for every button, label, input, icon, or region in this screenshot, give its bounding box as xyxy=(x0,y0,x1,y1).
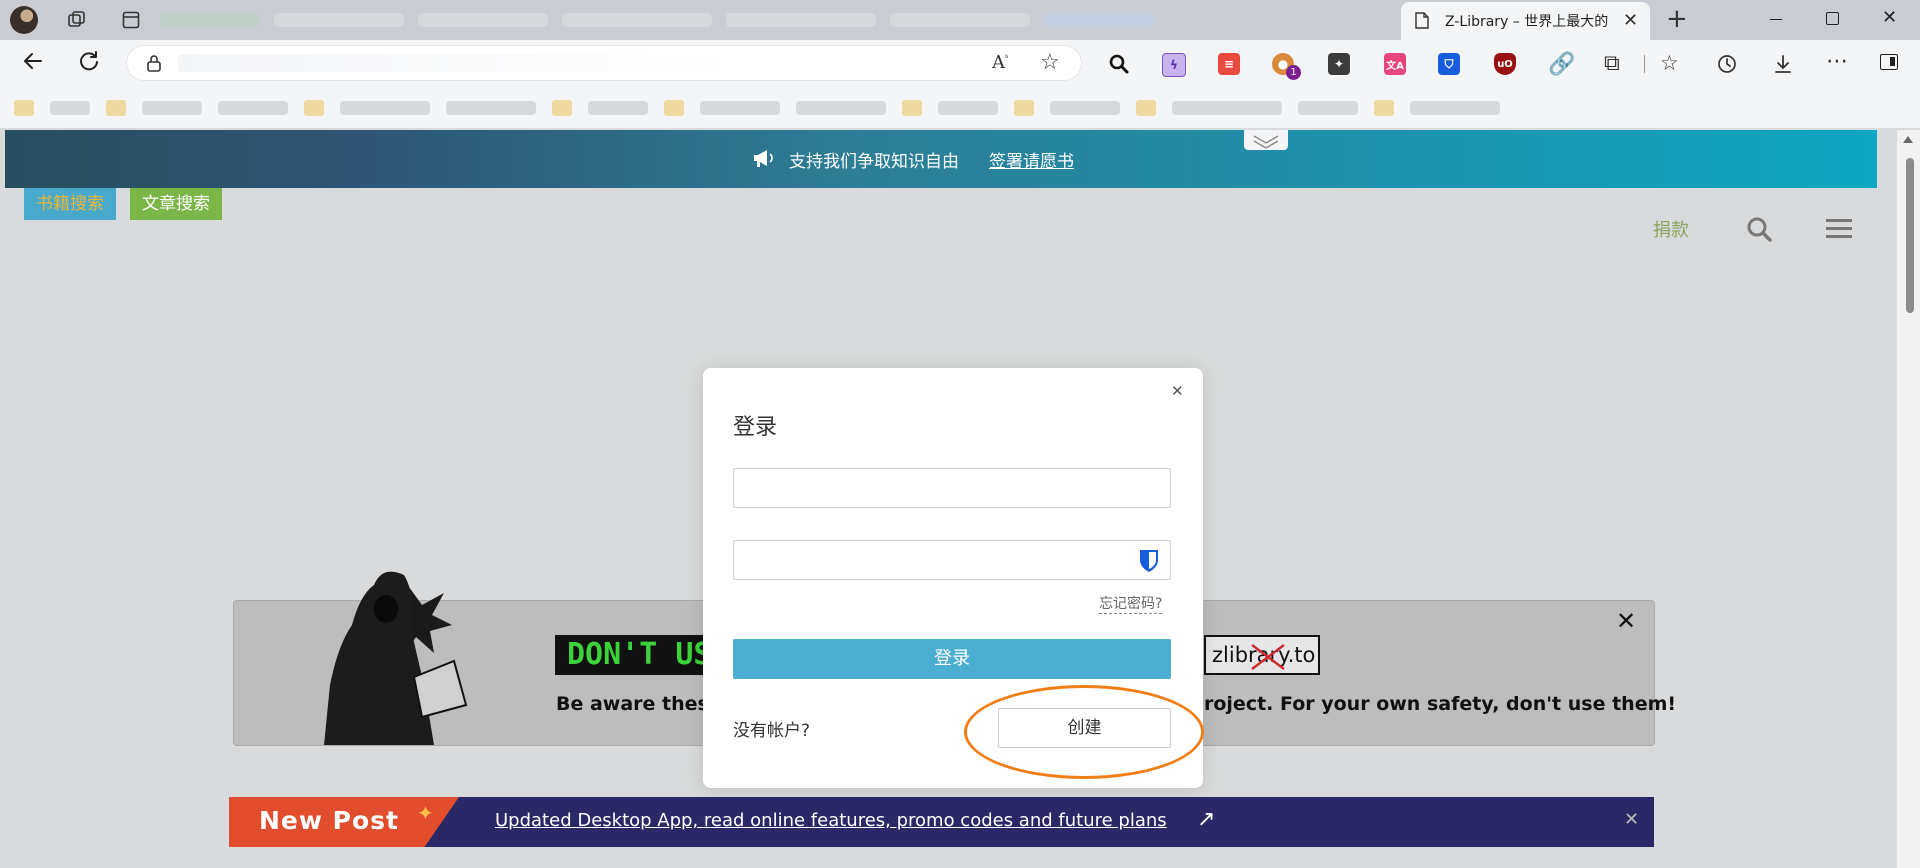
workspaces-icon[interactable] xyxy=(64,8,90,32)
downloads-icon[interactable] xyxy=(1772,53,1794,79)
vertical-tabs-icon[interactable] xyxy=(118,8,144,32)
dont-use-headline: DON'T USE xyxy=(555,635,707,675)
toolbar-divider xyxy=(1644,55,1645,73)
address-bar[interactable]: Aʰ ☆ xyxy=(126,45,1082,81)
tab-article-search[interactable]: 文章搜索 xyxy=(130,188,222,220)
link-extension-icon[interactable]: 🔗 xyxy=(1548,52,1575,77)
collapse-banner-handle[interactable] xyxy=(1244,130,1288,150)
bitwarden-extension-icon[interactable]: ⛉ xyxy=(1438,53,1460,75)
extensions-row: ϟ ≡ ● 1 ✦ 文A ⛉ uO 🔗 ⧉ ☆ ⋯ xyxy=(1100,49,1910,80)
new-tab-icon[interactable]: + xyxy=(1666,4,1688,34)
bookmark-items[interactable] xyxy=(14,100,1904,116)
email-input[interactable] xyxy=(733,468,1171,508)
favorite-star-icon[interactable]: ☆ xyxy=(1040,50,1060,75)
more-menu-icon[interactable]: ⋯ xyxy=(1826,49,1848,74)
close-modal-icon[interactable]: ✕ xyxy=(1171,382,1184,400)
sparkle-icon: ✦ xyxy=(417,801,434,825)
warning-text-right: roject. For your own safety, don't use t… xyxy=(1204,693,1677,715)
hacker-illustration xyxy=(304,565,504,745)
url-text[interactable] xyxy=(178,54,738,72)
megaphone-icon xyxy=(752,148,774,172)
scroll-up-arrow-icon[interactable] xyxy=(1903,136,1913,143)
search-icon[interactable] xyxy=(1108,53,1130,79)
site-search-icon[interactable] xyxy=(1746,216,1772,246)
restore-icon[interactable] xyxy=(1826,12,1839,25)
browser-tab-bar: Z-Library – 世界上最大的 ✕ + ✕ xyxy=(0,0,1920,40)
close-tab-icon[interactable]: ✕ xyxy=(1623,10,1638,31)
close-window-icon[interactable]: ✕ xyxy=(1882,7,1897,28)
close-new-post-icon[interactable]: ✕ xyxy=(1624,809,1639,830)
profile-avatar[interactable] xyxy=(10,6,38,34)
translate-extension-icon[interactable]: 文A xyxy=(1384,53,1406,75)
read-aloud-icon[interactable]: Aʰ xyxy=(992,52,1009,73)
bookmarks-bar xyxy=(0,88,1920,128)
login-modal: ✕ 登录 忘记密码? 登录 没有帐户? 创建 xyxy=(703,368,1203,788)
graph-extension-icon[interactable]: ✦ xyxy=(1328,53,1350,75)
sign-petition-link[interactable]: 签署请愿书 xyxy=(989,147,1074,172)
scrollbar-thumb[interactable] xyxy=(1906,158,1914,313)
history-icon[interactable] xyxy=(1716,53,1738,79)
page-icon xyxy=(1415,12,1429,33)
create-account-button[interactable]: 创建 xyxy=(998,708,1171,748)
bitwarden-shield-icon[interactable] xyxy=(1138,548,1160,578)
sidebar-toggle-icon[interactable] xyxy=(1880,54,1898,70)
donate-link[interactable]: 捐款 xyxy=(1653,216,1689,242)
back-icon[interactable] xyxy=(22,50,44,76)
lock-icon[interactable] xyxy=(146,54,162,76)
refresh-icon[interactable] xyxy=(78,50,100,76)
forgot-password-link[interactable]: 忘记密码? xyxy=(1099,593,1163,614)
tab-book-search[interactable]: 书籍搜索 xyxy=(24,188,116,220)
petition-banner: 支持我们争取知识自由 签署请愿书 xyxy=(5,130,1877,188)
external-arrow-icon: ↗ xyxy=(1197,807,1216,832)
active-tab[interactable]: Z-Library – 世界上最大的 ✕ xyxy=(1401,2,1650,40)
fake-domain-tag: zlibrary.to xyxy=(1204,635,1320,675)
new-post-bar: New Post ✦ Updated Desktop App, read onl… xyxy=(229,797,1654,847)
close-warning-icon[interactable]: ✕ xyxy=(1616,607,1636,635)
ai-extension-icon[interactable]: ϟ xyxy=(1162,53,1186,77)
minimize-icon[interactable] xyxy=(1770,19,1782,20)
background-tabs[interactable] xyxy=(160,8,1390,32)
new-post-badge: New Post xyxy=(259,806,400,835)
password-input[interactable] xyxy=(733,540,1171,580)
modal-title: 登录 xyxy=(733,415,778,440)
menu-hamburger-icon[interactable] xyxy=(1826,218,1852,244)
notes-extension-icon[interactable]: ≡ xyxy=(1218,53,1240,75)
banner-text: 支持我们争取知识自由 xyxy=(789,152,959,172)
extensions-puzzle-icon[interactable]: ⧉ xyxy=(1604,51,1620,76)
active-tab-title: Z-Library – 世界上最大的 xyxy=(1445,14,1609,30)
no-account-text: 没有帐户? xyxy=(733,721,811,741)
login-button[interactable]: 登录 xyxy=(733,639,1171,679)
extension-badge: 1 xyxy=(1286,65,1301,80)
favorites-icon[interactable]: ☆ xyxy=(1660,51,1679,75)
new-post-link[interactable]: Updated Desktop App, read online feature… xyxy=(495,810,1167,831)
ublock-icon[interactable]: uO xyxy=(1494,53,1516,75)
